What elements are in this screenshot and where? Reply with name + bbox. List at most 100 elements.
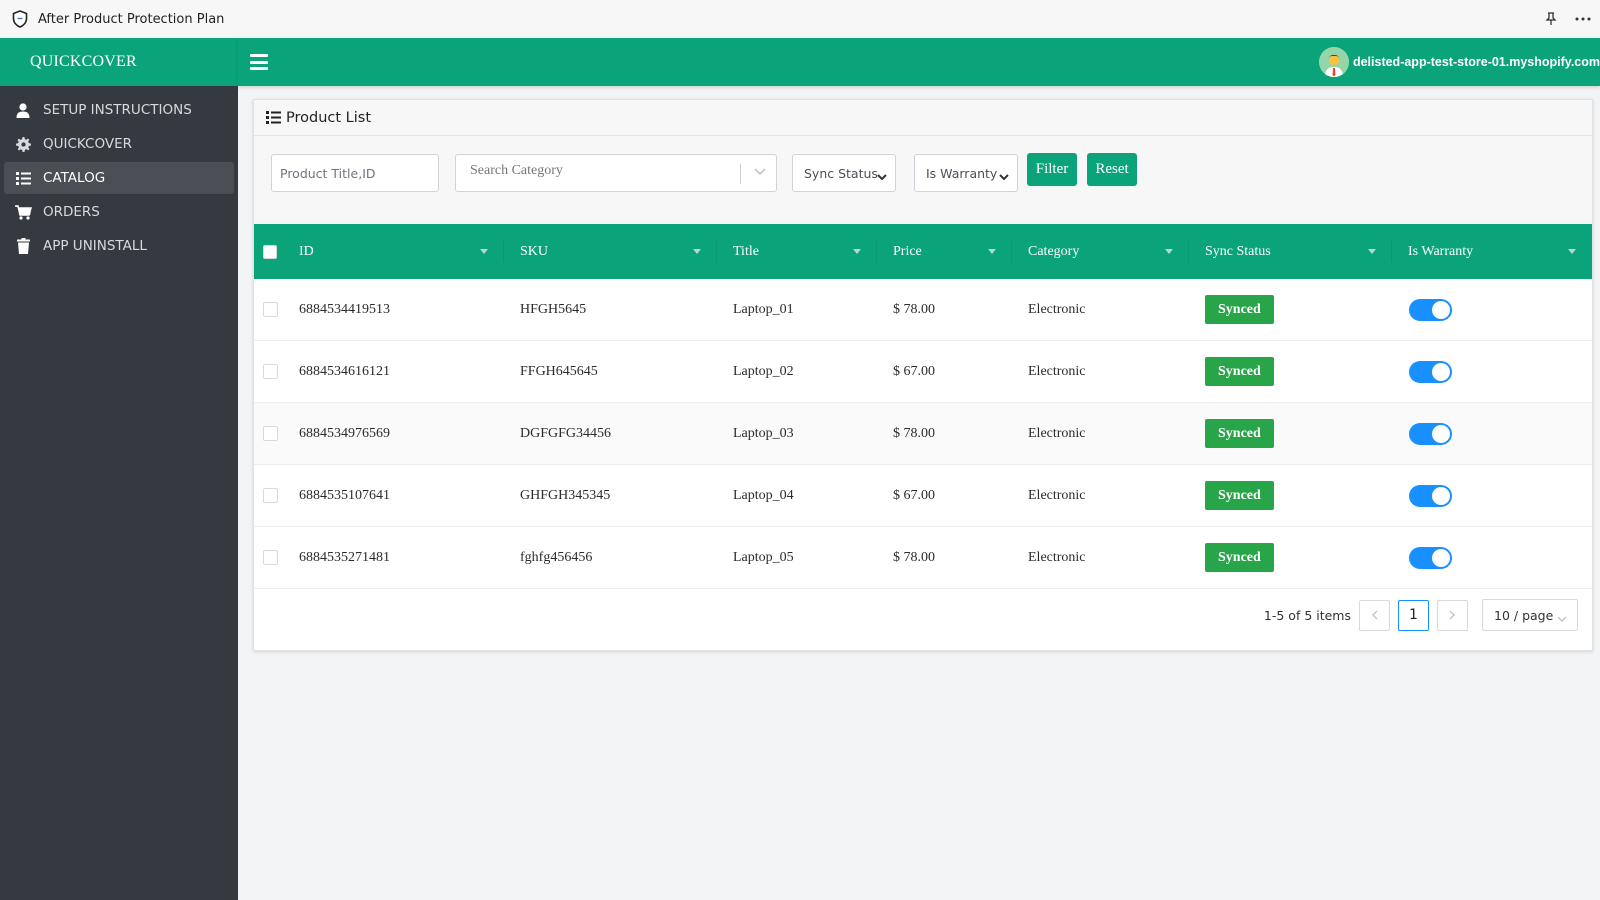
window-titlebar: After Product Protection Plan: [0, 0, 1600, 38]
is-warranty-select[interactable]: Is Warranty: [914, 154, 1018, 192]
column-sku[interactable]: SKU: [504, 224, 717, 279]
avatar: [1318, 47, 1349, 77]
cell-id: 6884534976569: [299, 425, 390, 441]
page-1-button[interactable]: 1: [1398, 599, 1429, 631]
sidebar-item-setup-instructions[interactable]: SETUP INSTRUCTIONS: [4, 94, 234, 126]
column-title[interactable]: Title: [717, 224, 877, 279]
column-label: ID: [299, 243, 314, 259]
cell-sku: GHFGH345345: [520, 487, 611, 503]
cell-sku: fghfg456456: [520, 549, 593, 565]
warranty-toggle[interactable]: [1409, 484, 1452, 507]
column-sync-status[interactable]: Sync Status: [1189, 224, 1392, 279]
selected-value: Is Warranty: [926, 165, 998, 181]
chevron-down-icon: [754, 165, 766, 181]
column-category[interactable]: Category: [1012, 224, 1189, 279]
sort-icon[interactable]: [1165, 249, 1173, 254]
warranty-toggle[interactable]: [1409, 546, 1452, 569]
table-row: 6884534419513 HFGH5645 Laptop_01 $ 78.00…: [254, 279, 1592, 341]
sort-icon[interactable]: [988, 249, 996, 254]
sort-icon[interactable]: [693, 249, 701, 254]
cell-category: Electronic: [1028, 549, 1086, 565]
window-title: After Product Protection Plan: [38, 11, 225, 27]
table-row: 6884535107641 GHFGH345345 Laptop_04 $ 67…: [254, 465, 1592, 527]
sidebar-item-orders[interactable]: ORDERS: [4, 196, 234, 228]
column-label: Is Warranty: [1408, 243, 1474, 259]
cell-price: $ 78.00: [893, 549, 935, 565]
cell-id: 6884535107641: [299, 487, 390, 503]
warranty-toggle[interactable]: [1409, 360, 1452, 383]
column-label: Price: [893, 243, 922, 259]
chevron-left-icon: [1372, 610, 1378, 620]
table-row: 6884534616121 FFGH645645 Laptop_02 $ 67.…: [254, 341, 1592, 403]
warranty-toggle[interactable]: [1409, 298, 1452, 321]
prev-page-button[interactable]: [1359, 599, 1390, 631]
sync-status-select[interactable]: Sync Status: [792, 154, 896, 192]
card-header: Product List: [254, 100, 1592, 136]
page-size-select[interactable]: 10 / page: [1482, 599, 1578, 631]
cell-category: Electronic: [1028, 425, 1086, 441]
cell-sku: FFGH645645: [520, 363, 598, 379]
search-category-select[interactable]: Search Category: [455, 154, 777, 192]
sort-icon[interactable]: [1568, 249, 1576, 254]
sync-status-badge: Synced: [1205, 295, 1274, 324]
sync-status-badge: Synced: [1205, 481, 1274, 510]
column-is-warranty[interactable]: Is Warranty: [1392, 224, 1592, 279]
placeholder: Product Title,ID: [280, 165, 376, 181]
cell-title: Laptop_05: [733, 549, 794, 565]
pin-icon[interactable]: [1542, 10, 1560, 28]
sort-icon[interactable]: [1368, 249, 1376, 254]
sort-icon[interactable]: [480, 249, 488, 254]
table-header: ID SKU Title Price Category Sync Status …: [254, 224, 1592, 279]
cell-id: 6884535271481: [299, 549, 390, 565]
cell-price: $ 67.00: [893, 363, 935, 379]
sidebar: QUICKCOVER SETUP INSTRUCTIONS QUICKCOVER…: [0, 38, 238, 900]
brand-logo[interactable]: QUICKCOVER: [0, 38, 238, 86]
user-menu[interactable]: delisted-app-test-store-01.myshopify.com: [1318, 46, 1600, 78]
sidebar-item-app-uninstall[interactable]: APP UNINSTALL: [4, 230, 234, 262]
sort-icon[interactable]: [853, 249, 861, 254]
row-checkbox[interactable]: [263, 488, 278, 503]
list-icon: [14, 170, 32, 186]
row-checkbox[interactable]: [263, 302, 278, 317]
sidebar-item-catalog[interactable]: CATALOG: [4, 162, 234, 194]
column-price[interactable]: Price: [877, 224, 1012, 279]
gear-icon: [14, 136, 32, 152]
row-checkbox[interactable]: [263, 550, 278, 565]
column-id[interactable]: ID: [291, 224, 504, 279]
more-icon[interactable]: [1574, 10, 1592, 28]
shield-icon: [10, 9, 30, 29]
hamburger-icon[interactable]: [250, 54, 268, 70]
sidebar-item-label: APP UNINSTALL: [43, 238, 147, 254]
sidebar-item-label: ORDERS: [43, 204, 100, 220]
top-header: delisted-app-test-store-01.myshopify.com: [238, 38, 1600, 86]
cell-price: $ 78.00: [893, 301, 935, 317]
sync-status-badge: Synced: [1205, 357, 1274, 386]
next-page-button[interactable]: [1437, 599, 1468, 631]
sidebar-item-label: CATALOG: [43, 170, 106, 186]
column-label: SKU: [520, 243, 549, 259]
sidebar-nav: SETUP INSTRUCTIONS QUICKCOVER CATALOG OR…: [0, 86, 238, 262]
cart-icon: [14, 204, 32, 220]
row-checkbox[interactable]: [263, 364, 278, 379]
cell-id: 6884534419513: [299, 301, 390, 317]
header-select-cell: [254, 224, 291, 279]
cell-title: Laptop_02: [733, 363, 794, 379]
reset-button[interactable]: Reset: [1087, 153, 1137, 186]
row-checkbox[interactable]: [263, 426, 278, 441]
product-title-id-input[interactable]: Product Title,ID: [271, 154, 439, 192]
cell-price: $ 78.00: [893, 425, 935, 441]
cell-price: $ 67.00: [893, 487, 935, 503]
page-title: Product List: [286, 109, 372, 126]
table-row: 6884535271481 fghfg456456 Laptop_05 $ 78…: [254, 527, 1592, 589]
product-list-card: Product List Product Title,ID Search Cat…: [253, 99, 1593, 651]
cell-category: Electronic: [1028, 363, 1086, 379]
sync-status-badge: Synced: [1205, 543, 1274, 572]
select-all-checkbox[interactable]: [263, 244, 277, 259]
placeholder: Search Category: [470, 163, 563, 178]
sidebar-item-quickcover[interactable]: QUICKCOVER: [4, 128, 234, 160]
list-icon: [266, 111, 281, 124]
warranty-toggle[interactable]: [1409, 422, 1452, 445]
cell-category: Electronic: [1028, 487, 1086, 503]
filter-button[interactable]: Filter: [1027, 153, 1077, 186]
sidebar-item-label: QUICKCOVER: [43, 136, 132, 152]
